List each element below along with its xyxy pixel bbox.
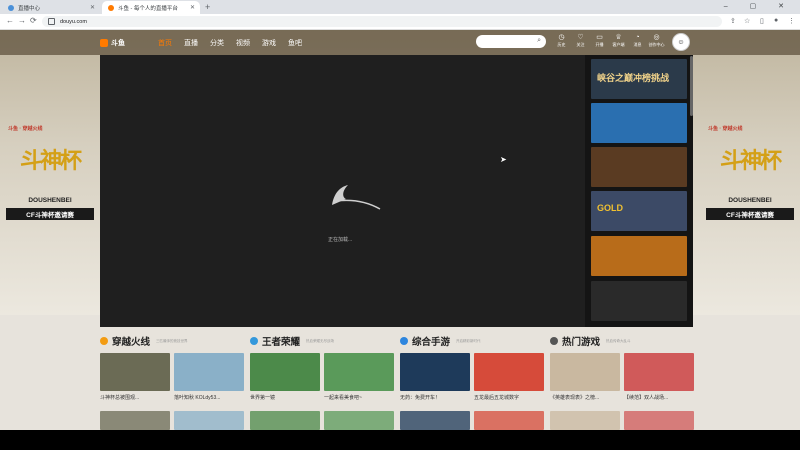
bell-icon: ◔ bbox=[635, 34, 640, 41]
url-text: douyu.com bbox=[60, 18, 87, 25]
category-sections: 穿越火线 三匹最帅的竞技世界 斗神杯总被围观... 落叶知秋 KOLdy53...… bbox=[100, 332, 700, 430]
stream-card[interactable] bbox=[624, 411, 694, 430]
stream-card[interactable] bbox=[400, 411, 470, 430]
nav-games[interactable]: 游戏 bbox=[262, 38, 276, 48]
stream-card[interactable]: 世界第一镜 bbox=[250, 353, 320, 401]
stream-card[interactable]: 一起来看美食吧~ bbox=[324, 353, 394, 401]
section-title[interactable]: 热门游戏 bbox=[562, 334, 600, 348]
share-icon[interactable]: ⇪ bbox=[730, 17, 736, 25]
creator-button[interactable]: ◎ 创作中心 bbox=[647, 34, 666, 48]
lock-icon bbox=[48, 18, 55, 25]
window-controls[interactable]: – ▢ ✕ bbox=[724, 2, 794, 10]
nav-live[interactable]: 直播 bbox=[184, 38, 198, 48]
browser-tab-2[interactable]: 斗鱼 - 每个人的直播平台 ✕ bbox=[102, 1, 200, 14]
stream-card[interactable] bbox=[100, 411, 170, 430]
new-tab-button[interactable]: + bbox=[205, 2, 210, 12]
stream-card[interactable]: 落叶知秋 KOLdy53... bbox=[174, 353, 244, 401]
loading-text: 正在加载... bbox=[328, 237, 353, 243]
rail-item[interactable] bbox=[591, 281, 687, 321]
search-icon[interactable]: ⌕ bbox=[537, 37, 541, 45]
stream-card[interactable] bbox=[174, 411, 244, 430]
broadcast-icon: ▭ bbox=[596, 34, 603, 41]
nav-category[interactable]: 分类 bbox=[210, 38, 224, 48]
loading-spinner-icon bbox=[332, 185, 381, 210]
follow-button[interactable]: ♡ 关注 bbox=[571, 34, 590, 48]
stream-card[interactable]: 无药：免费开车！ bbox=[400, 353, 470, 401]
rail-item[interactable] bbox=[591, 236, 687, 276]
history-button[interactable]: ◷ 历史 bbox=[552, 34, 571, 48]
section-title[interactable]: 综合手游 bbox=[412, 334, 450, 348]
section-icon bbox=[250, 337, 258, 345]
search-input[interactable]: ⌕ bbox=[476, 35, 546, 48]
avatar[interactable]: ☺ bbox=[672, 33, 690, 51]
rail-scrollbar[interactable] bbox=[690, 56, 693, 116]
nav-video[interactable]: 视频 bbox=[236, 38, 250, 48]
sidebar-icon[interactable]: ▯ bbox=[760, 17, 764, 25]
side-promo-right[interactable]: 斗鱼 · 穿越火线 斗神杯 DOUSHENBEI CF斗神杯邀请赛 bbox=[702, 125, 798, 235]
stream-card[interactable] bbox=[324, 411, 394, 430]
favicon-icon bbox=[108, 4, 114, 11]
fish-logo-icon bbox=[100, 39, 108, 47]
stream-card[interactable]: 【续范】双人战场... bbox=[624, 353, 694, 401]
section-wzry: 王者荣耀 热血荣耀无尽战场 世界第一镜 一起来看美食吧~ bbox=[250, 332, 400, 430]
main-nav: 首页 直播 分类 视频 游戏 鱼吧 bbox=[158, 38, 314, 48]
stream-card[interactable] bbox=[550, 411, 620, 430]
nav-yuba[interactable]: 鱼吧 bbox=[288, 38, 302, 48]
browser-tab-bar: 直播中心 ✕ 斗鱼 - 每个人的直播平台 ✕ + – ▢ ✕ bbox=[0, 0, 800, 14]
client-icon: ♕ bbox=[615, 34, 622, 41]
tab-label: 斗鱼 - 每个人的直播平台 bbox=[118, 5, 178, 12]
heart-icon: ♡ bbox=[577, 34, 584, 41]
stream-card[interactable]: 《英雄表现表》之榜... bbox=[550, 353, 620, 401]
menu-icon[interactable]: ⋮ bbox=[788, 17, 795, 25]
favicon-icon bbox=[8, 4, 14, 11]
nav-home[interactable]: 首页 bbox=[158, 38, 172, 48]
broadcast-button[interactable]: ▭ 开播 bbox=[590, 34, 609, 48]
rail-item[interactable]: 峡谷之巅冲榜挑战 bbox=[591, 59, 687, 99]
douyu-page: 斗鱼 首页 直播 分类 视频 游戏 鱼吧 ⌕ ◷ 历史 ♡ 关注 ▭ 开播 ♕ 客户端 … bbox=[0, 30, 800, 430]
section-icon bbox=[100, 337, 108, 345]
reload-icon[interactable]: ⟳ bbox=[30, 16, 37, 25]
mouse-cursor-icon: ➤ bbox=[500, 155, 507, 164]
creator-icon: ◎ bbox=[653, 34, 660, 41]
site-header: 斗鱼 首页 直播 分类 视频 游戏 鱼吧 ⌕ ◷ 历史 ♡ 关注 ▭ 开播 ♕ 客户端 … bbox=[0, 30, 800, 55]
section-mobile: 综合手游 开启精彩新时代 无药：免费开车！ 五龙最后五龙城数字 bbox=[400, 332, 550, 430]
section-title[interactable]: 王者荣耀 bbox=[262, 334, 300, 348]
profile-icon[interactable]: ● bbox=[774, 17, 778, 24]
tab-label: 直播中心 bbox=[18, 5, 41, 12]
video-player[interactable]: 正在加载... ➤ bbox=[100, 55, 585, 327]
forward-icon[interactable]: → bbox=[18, 16, 26, 25]
header-icons: ◷ 历史 ♡ 关注 ▭ 开播 ♕ 客户端 ◔ 消息 ◎ 创作中心 bbox=[552, 34, 666, 48]
stream-card[interactable] bbox=[250, 411, 320, 430]
section-hot: 热门游戏 热血传奇大乱斗 《英雄表现表》之榜... 【续范】双人战场... bbox=[550, 332, 700, 430]
stream-card[interactable] bbox=[474, 411, 544, 430]
back-icon[interactable]: ← bbox=[6, 16, 14, 25]
section-title[interactable]: 穿越火线 bbox=[112, 334, 150, 348]
stream-card[interactable]: 五龙最后五龙城数字 bbox=[474, 353, 544, 401]
side-promo-left[interactable]: 斗鱼 · 穿越火线 斗神杯 DOUSHENBEI CF斗神杯邀请赛 bbox=[2, 125, 98, 235]
url-field[interactable]: douyu.com bbox=[42, 16, 722, 27]
site-logo[interactable]: 斗鱼 bbox=[100, 38, 134, 48]
rail-item[interactable]: GOLD bbox=[591, 191, 687, 231]
message-button[interactable]: ◔ 消息 bbox=[628, 34, 647, 48]
history-icon: ◷ bbox=[558, 34, 565, 41]
address-bar-row: ← → ⟳ douyu.com ⇪ ☆ ▯ ● ⋮ bbox=[0, 14, 800, 30]
rail-item[interactable] bbox=[591, 103, 687, 143]
section-cf: 穿越火线 三匹最帅的竞技世界 斗神杯总被围观... 落叶知秋 KOLdy53... bbox=[100, 332, 250, 430]
taskbar bbox=[0, 430, 800, 450]
recommend-rail: 峡谷之巅冲榜挑战 GOLD bbox=[585, 55, 693, 327]
client-button[interactable]: ♕ 客户端 bbox=[609, 34, 628, 48]
logo-text: 斗鱼 bbox=[111, 40, 125, 47]
section-icon bbox=[550, 337, 558, 345]
close-icon[interactable]: ✕ bbox=[90, 4, 95, 11]
rail-item[interactable] bbox=[591, 147, 687, 187]
section-icon bbox=[400, 337, 408, 345]
close-icon[interactable]: ✕ bbox=[190, 4, 195, 11]
star-icon[interactable]: ☆ bbox=[744, 17, 750, 25]
stream-card[interactable]: 斗神杯总被围观... bbox=[100, 353, 170, 401]
browser-tab-1[interactable]: 直播中心 ✕ bbox=[2, 1, 100, 14]
